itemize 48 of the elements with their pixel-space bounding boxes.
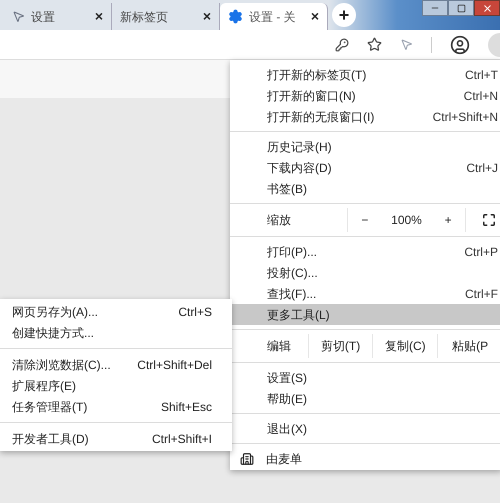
cursor-icon [12, 10, 25, 23]
menu-item[interactable]: 历史记录(H) [230, 136, 500, 157]
menu-item[interactable]: 投射(C)... [230, 262, 500, 283]
close-tab-button[interactable]: × [202, 6, 211, 27]
profile-icon[interactable] [450, 34, 470, 54]
menu-item[interactable]: 查找(F)... Ctrl+F [230, 283, 500, 304]
menu-item[interactable]: 更多工具(L) [230, 304, 500, 325]
building-icon [240, 452, 254, 466]
browser-tab[interactable]: 设置 - 关 × [220, 3, 328, 30]
menu-item[interactable]: 下载内容(D) Ctrl+J [230, 157, 500, 178]
menu-item[interactable]: 打开新的无痕窗口(I) Ctrl+Shift+N [230, 106, 500, 127]
zoom-in-button[interactable]: + [440, 211, 456, 229]
edit-label: 编辑 [266, 338, 292, 355]
menu-item[interactable]: 创建快捷方式... [0, 322, 232, 343]
zoom-out-button[interactable]: − [357, 211, 372, 229]
menu-item[interactable]: 任务管理器(T) Shift+Esc [0, 396, 232, 417]
key-icon[interactable] [335, 38, 349, 52]
menu-item[interactable]: 打开新的标签页(T) Ctrl+T [230, 64, 500, 85]
new-tab-button[interactable]: + [332, 3, 356, 27]
menu-item[interactable]: 打开新的窗口(N) Ctrl+N [230, 85, 500, 106]
edit-button[interactable]: 复制(C) [372, 334, 438, 358]
maximize-button[interactable] [448, 0, 474, 16]
close-tab-button[interactable]: × [94, 6, 103, 27]
close-button[interactable] [474, 0, 500, 16]
zoom-value: 100% [391, 212, 422, 229]
menu-item[interactable]: 清除浏览数据(C)... Ctrl+Shift+Del [0, 354, 232, 375]
edit-button[interactable]: 粘贴(P [437, 334, 500, 358]
close-tab-button[interactable]: × [310, 6, 319, 27]
close-icon [482, 2, 492, 14]
tab-title: 新标签页 [120, 8, 169, 26]
fullscreen-icon[interactable] [482, 213, 496, 227]
cursor-icon[interactable] [400, 38, 413, 51]
gear-icon [228, 9, 243, 24]
menu-item[interactable]: 开发者工具(D) Ctrl+Shift+I [0, 428, 232, 449]
zoom-label: 缩放 [266, 212, 292, 229]
tab-title: 设置 - 关 [249, 8, 297, 26]
menu-item[interactable]: 设置(S) [230, 367, 500, 388]
menu-item[interactable]: 退出(X) [230, 418, 500, 439]
tab-title: 设置 [31, 8, 56, 26]
edit-button[interactable]: 剪切(T) [308, 334, 372, 358]
maximize-icon [456, 4, 466, 12]
menu-item[interactable]: 打印(P)... Ctrl+P [230, 241, 500, 262]
menu-item[interactable]: 帮助(E) [230, 388, 500, 409]
menu-item[interactable]: 扩展程序(E) [0, 375, 232, 396]
star-icon[interactable] [367, 37, 382, 52]
menu-item[interactable]: 网页另存为(A)... Ctrl+S [0, 301, 232, 322]
managed-text: 由麦单 [266, 451, 302, 468]
menu-item[interactable]: 书签(B) [230, 178, 500, 199]
